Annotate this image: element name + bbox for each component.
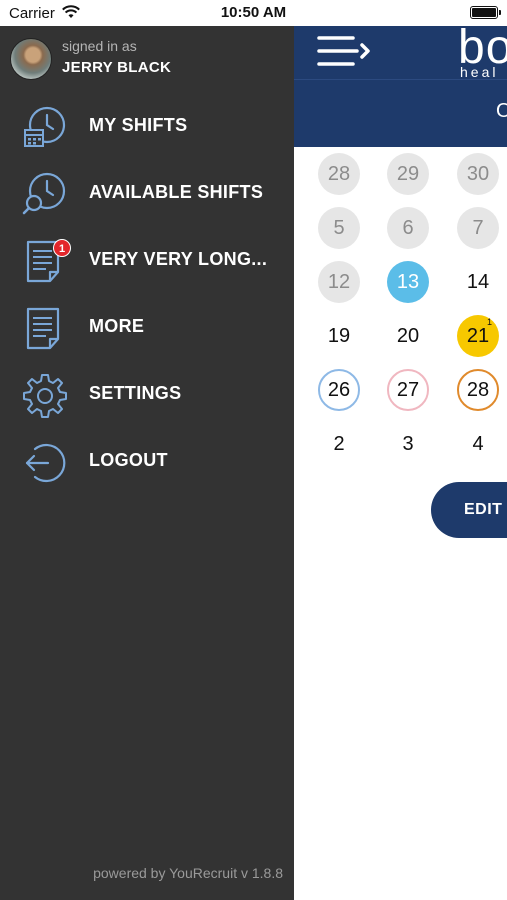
calendar-day[interactable]: 27 <box>387 369 429 411</box>
calendar-day[interactable]: 4 <box>457 423 499 465</box>
calendar-day[interactable]: 28 <box>318 153 360 195</box>
calendar-day[interactable]: 12 <box>318 261 360 303</box>
side-drawer: signed in as JERRY BLACK MY SHIFTS AVAIL… <box>0 26 294 900</box>
menu-item-very-long[interactable]: 1 VERY VERY LONG... <box>0 230 294 290</box>
calendar-day[interactable]: 5 <box>318 207 360 249</box>
menu-label: SETTINGS <box>89 383 182 403</box>
profile-header[interactable]: signed in as JERRY BLACK <box>0 26 294 92</box>
user-name: JERRY BLACK <box>62 59 172 76</box>
menu-label: AVAILABLE SHIFTS <box>89 182 264 202</box>
document-icon <box>26 307 60 350</box>
calendar-day[interactable]: 7 <box>457 207 499 249</box>
menu-item-available-shifts[interactable]: AVAILABLE SHIFTS <box>0 163 294 223</box>
calendar-day[interactable]: 3 <box>387 423 429 465</box>
menu-label: MORE <box>89 316 145 336</box>
clock: 10:50 AM <box>220 4 287 21</box>
calendar-day[interactable]: 20 <box>387 315 429 357</box>
nav-bar: bo heal <box>294 26 507 80</box>
month-title: O <box>496 100 507 122</box>
menu-toggle-icon[interactable] <box>317 34 375 70</box>
calendar-day[interactable]: 26 <box>318 369 360 411</box>
calendar-day[interactable]: 30 <box>457 153 499 195</box>
month-header: O <box>294 79 507 147</box>
clock-search-icon <box>22 172 66 215</box>
logout-icon <box>25 443 66 483</box>
gear-icon <box>23 374 67 418</box>
notification-badge: 1 <box>53 239 71 257</box>
calendar-day[interactable]: 2 <box>318 423 360 465</box>
calendar-day-today[interactable]: 13 <box>387 261 429 303</box>
calendar-day[interactable]: 6 <box>387 207 429 249</box>
battery-level <box>472 8 496 17</box>
signed-in-label: signed in as <box>62 38 137 54</box>
shift-count: 1 <box>487 317 493 327</box>
avatar <box>10 38 52 80</box>
edit-button[interactable]: EDIT <box>431 482 507 538</box>
status-bar: Carrier 10:50 AM <box>0 0 507 26</box>
main-screen: bo heal O 28 29 30 5 6 7 12 13 14 19 20 … <box>294 26 507 900</box>
calendar-day[interactable]: 29 <box>387 153 429 195</box>
menu-label: LOGOUT <box>89 450 168 470</box>
version-label: powered by YouRecruit v 1.8.8 <box>93 865 283 881</box>
menu-item-my-shifts[interactable]: MY SHIFTS <box>0 96 294 156</box>
menu-item-more[interactable]: MORE <box>0 297 294 357</box>
brand-tagline: heal <box>460 64 499 80</box>
battery-icon <box>470 6 501 19</box>
menu-label: MY SHIFTS <box>89 115 188 135</box>
calendar-day[interactable]: 19 <box>318 315 360 357</box>
menu-label: VERY VERY LONG... <box>89 249 268 269</box>
calendar-day[interactable]: 28 <box>457 369 499 411</box>
calendar-clock-icon <box>24 106 66 147</box>
menu-item-settings[interactable]: SETTINGS <box>0 364 294 424</box>
calendar-day[interactable]: 14 <box>457 261 499 303</box>
calendar-day-shift[interactable]: 21 <box>457 315 499 357</box>
menu-item-logout[interactable]: LOGOUT <box>0 431 294 491</box>
